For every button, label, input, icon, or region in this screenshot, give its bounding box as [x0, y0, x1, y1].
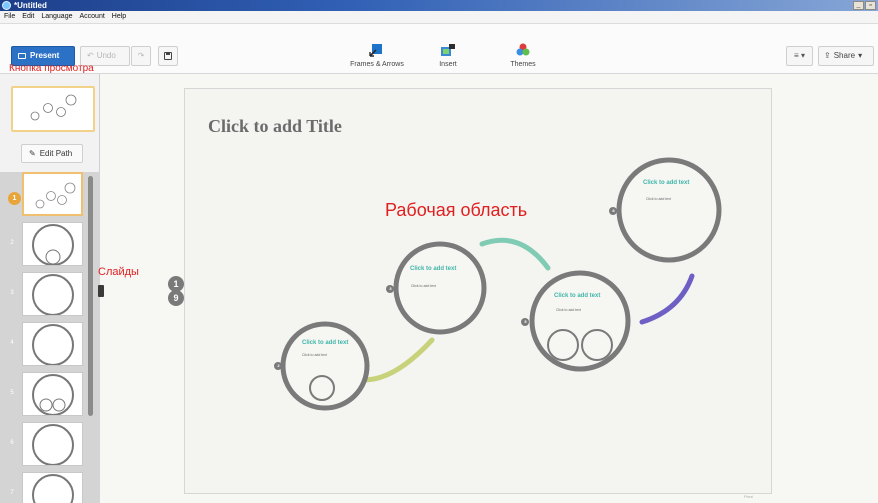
frame-5-number: 5	[524, 319, 527, 324]
frame-8-body: Click to add text	[646, 197, 671, 201]
frame-3-number: 3	[389, 286, 392, 291]
panel-collapse-handle[interactable]	[98, 285, 104, 297]
frame-8[interactable]: Click to add text Click to add text	[609, 157, 722, 263]
annotation-workspace: Рабочая область	[385, 200, 528, 220]
frame-3-heading: Click to add text	[410, 266, 456, 272]
frame-3[interactable]: Click to add text Click to add text	[386, 241, 487, 335]
frame-8-heading: Click to add text	[643, 180, 689, 186]
frame-2[interactable]: Click to add text Click to add text	[274, 321, 370, 411]
watermark: Prezi	[744, 494, 754, 499]
frame-2-body: Click to add text	[302, 353, 327, 357]
canvas-drawing: Click to add text Click to add text Clic…	[274, 157, 722, 411]
arrow-purple	[639, 273, 695, 325]
frame-5-heading: Click to add text	[554, 293, 600, 299]
frame-2-heading: Click to add text	[302, 340, 348, 346]
arrow-yellow	[361, 337, 435, 383]
frame-8-number: 8	[612, 208, 615, 213]
path-step-badge-9[interactable]: 9	[168, 290, 184, 306]
frame-5-body: Click to add text	[556, 308, 581, 312]
arrow-teal	[479, 237, 551, 271]
frame-3-body: Click to add text	[411, 284, 436, 288]
annotation-slides: Слайды	[98, 266, 139, 278]
frame-5[interactable]: Click to add text Click to add text	[521, 270, 631, 372]
frame-2-number: 2	[277, 363, 280, 368]
prezi-window: *Untitled _ ▫ File Edit Language Account…	[0, 0, 878, 503]
